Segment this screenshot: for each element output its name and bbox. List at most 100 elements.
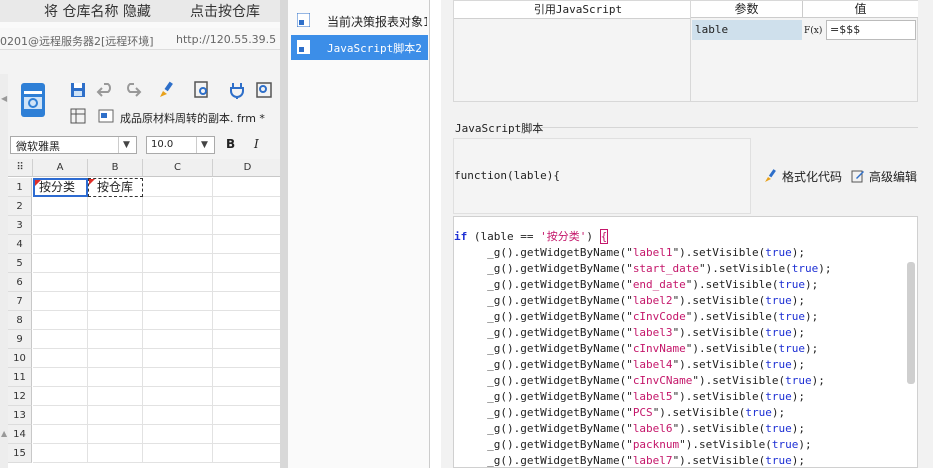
font-size-select[interactable]: 10.0 ▼	[146, 136, 215, 154]
bold-button[interactable]: B	[226, 137, 235, 151]
grid-cell[interactable]	[88, 235, 143, 254]
referenced-js-list[interactable]: 引用JavaScript	[453, 0, 703, 102]
grid-cell[interactable]	[213, 292, 280, 311]
grid-cell[interactable]	[88, 349, 143, 368]
chevron-down-icon[interactable]: ▼	[118, 137, 134, 153]
row-header[interactable]: 7	[8, 292, 32, 311]
row-header[interactable]: 10	[8, 349, 32, 368]
grid-cell[interactable]	[33, 216, 88, 235]
grid-cell[interactable]	[33, 349, 88, 368]
preview-icon[interactable]	[192, 80, 212, 100]
grid-cell[interactable]	[33, 387, 88, 406]
code-scrollbar[interactable]	[907, 262, 915, 384]
grid-cell[interactable]	[143, 330, 213, 349]
grid-cell[interactable]	[143, 387, 213, 406]
format-code-button[interactable]: 格式化代码	[764, 168, 842, 185]
grid-cell[interactable]	[213, 235, 280, 254]
grid-cell[interactable]	[33, 235, 88, 254]
grid-cell[interactable]	[33, 406, 88, 425]
grid-cell[interactable]	[213, 406, 280, 425]
cell-a1[interactable]: 按分类	[33, 178, 88, 197]
row-header[interactable]: 1	[8, 178, 32, 197]
row-header[interactable]: 4	[8, 235, 32, 254]
grid-cell[interactable]	[88, 273, 143, 292]
grid-cell[interactable]	[33, 311, 88, 330]
grid-cell[interactable]	[143, 349, 213, 368]
advanced-edit-button[interactable]: 高级编辑	[851, 168, 917, 185]
grid-cell[interactable]	[213, 444, 280, 463]
parameter-value-input[interactable]: =$$$	[826, 20, 916, 40]
row-header[interactable]: 9	[8, 330, 32, 349]
grid-cell[interactable]	[88, 406, 143, 425]
grid-cell[interactable]	[213, 311, 280, 330]
grid-cell[interactable]	[143, 216, 213, 235]
grid-cell[interactable]	[33, 197, 88, 216]
grid-cell[interactable]	[213, 216, 280, 235]
row-header[interactable]: 8	[8, 311, 32, 330]
grid-cell[interactable]	[213, 273, 280, 292]
grid-cell[interactable]	[213, 178, 280, 197]
grid-cell[interactable]	[213, 254, 280, 273]
grid-cell[interactable]	[143, 292, 213, 311]
code-editor[interactable]: if (lable == '按分类') { _g().getWidgetByNa…	[453, 216, 918, 468]
grid-cell[interactable]	[33, 425, 88, 444]
format-brush-icon[interactable]	[157, 80, 177, 100]
spreadsheet-grid[interactable]: ⠿ A B C D 1 2 3 4 5 6 7 8 9 10 11 12 13 14 15 按分类 按仓库	[8, 159, 280, 468]
grid-cell[interactable]	[213, 425, 280, 444]
grid-cell[interactable]	[88, 254, 143, 273]
grid-cell[interactable]	[143, 235, 213, 254]
grid-cell[interactable]	[88, 216, 143, 235]
font-family-select[interactable]: 微软雅黑 ▼	[10, 136, 137, 154]
redo-icon[interactable]	[122, 80, 142, 100]
chevron-down-icon[interactable]: ▼	[196, 137, 212, 153]
grid-cell[interactable]	[33, 330, 88, 349]
pane-divider[interactable]	[280, 0, 288, 468]
grid-cell[interactable]	[88, 387, 143, 406]
grid-cell[interactable]	[213, 349, 280, 368]
column-header-c[interactable]: C	[143, 159, 213, 177]
list-item-decision-report[interactable]: 当前决策报表对象1	[291, 8, 428, 33]
grid-cell[interactable]	[213, 387, 280, 406]
grid-cell[interactable]	[143, 197, 213, 216]
grid-cell[interactable]	[33, 444, 88, 463]
grid-cell[interactable]	[88, 292, 143, 311]
cell-b1[interactable]: 按仓库	[88, 178, 143, 197]
grid-cell[interactable]	[33, 273, 88, 292]
italic-button[interactable]: I	[254, 137, 259, 151]
row-header[interactable]: 6	[8, 273, 32, 292]
grid-cell[interactable]	[88, 197, 143, 216]
grid-cell[interactable]	[88, 425, 143, 444]
grid-cell[interactable]	[33, 292, 88, 311]
grid-cell[interactable]	[143, 254, 213, 273]
grid-cell[interactable]	[213, 368, 280, 387]
grid-cell[interactable]	[143, 178, 213, 197]
grid-cell[interactable]	[33, 368, 88, 387]
grid-cell[interactable]	[143, 425, 213, 444]
code-content[interactable]: if (lable == '按分类') { _g().getWidgetByNa…	[454, 229, 832, 467]
grid-cell[interactable]	[213, 330, 280, 349]
row-header[interactable]: 13	[8, 406, 32, 425]
grid-cell[interactable]	[88, 311, 143, 330]
parameter-name-cell[interactable]: lable	[692, 20, 802, 40]
grid-cell[interactable]	[213, 197, 280, 216]
editor-tab-label[interactable]: 成品原材料周转的副本. frm *	[120, 110, 265, 126]
row-header[interactable]: 12	[8, 387, 32, 406]
save-icon[interactable]	[68, 80, 88, 100]
grid-cell[interactable]	[143, 444, 213, 463]
undo-icon[interactable]	[96, 80, 116, 100]
row-header[interactable]: 11	[8, 368, 32, 387]
grid-cell[interactable]	[88, 444, 143, 463]
row-header[interactable]: 15	[8, 444, 32, 463]
select-all-corner[interactable]: ⠿	[8, 159, 33, 177]
grid-cell[interactable]	[143, 311, 213, 330]
formula-button[interactable]: F(x)	[804, 20, 824, 40]
grid-view-icon[interactable]	[70, 108, 86, 124]
list-item-javascript[interactable]: JavaScript脚本2	[291, 35, 428, 60]
grid-cell[interactable]	[143, 368, 213, 387]
grid-cell[interactable]	[143, 273, 213, 292]
row-header[interactable]: 14	[8, 425, 32, 444]
grid-cell[interactable]	[143, 406, 213, 425]
column-header-b[interactable]: B	[88, 159, 143, 177]
column-header-d[interactable]: D	[213, 159, 280, 177]
grid-cell[interactable]	[33, 254, 88, 273]
